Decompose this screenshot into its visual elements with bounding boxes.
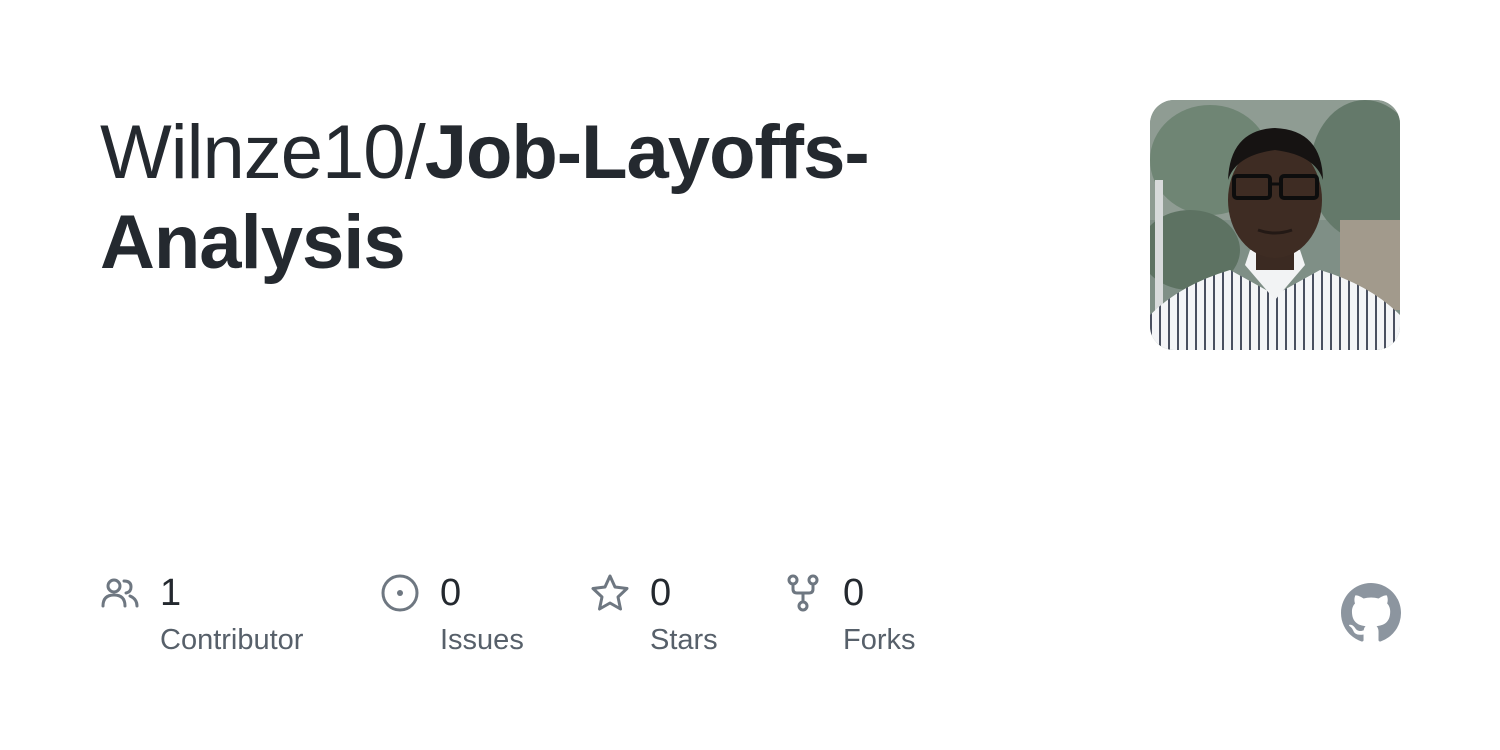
github-logo-icon[interactable] — [1341, 583, 1401, 643]
fork-icon — [783, 573, 823, 613]
stat-stars[interactable]: 0 Stars — [590, 570, 718, 657]
stat-issues[interactable]: 0 Issues — [380, 570, 524, 657]
contributor-count: 1 — [160, 572, 182, 614]
owner-avatar[interactable] — [1150, 100, 1400, 350]
issue-count: 0 — [440, 572, 462, 614]
fork-label: Forks — [843, 624, 916, 656]
people-icon — [100, 573, 140, 613]
issue-label: Issues — [440, 624, 524, 656]
star-icon — [590, 573, 630, 613]
repo-title: Wilnze10/Job-Layoffs-Analysis — [100, 108, 1000, 288]
stat-contributors[interactable]: 1 Contributor — [100, 570, 303, 657]
repo-owner[interactable]: Wilnze10/ — [100, 110, 426, 195]
repo-stats: 1 Contributor 0 Issues 0 Stars 0 Forks — [100, 570, 1000, 670]
stat-forks[interactable]: 0 Forks — [783, 570, 916, 657]
star-label: Stars — [650, 624, 718, 656]
fork-count: 0 — [843, 572, 865, 614]
issue-icon — [380, 573, 420, 613]
star-count: 0 — [650, 572, 672, 614]
avatar-image — [1150, 100, 1400, 350]
contributor-label: Contributor — [160, 624, 304, 656]
